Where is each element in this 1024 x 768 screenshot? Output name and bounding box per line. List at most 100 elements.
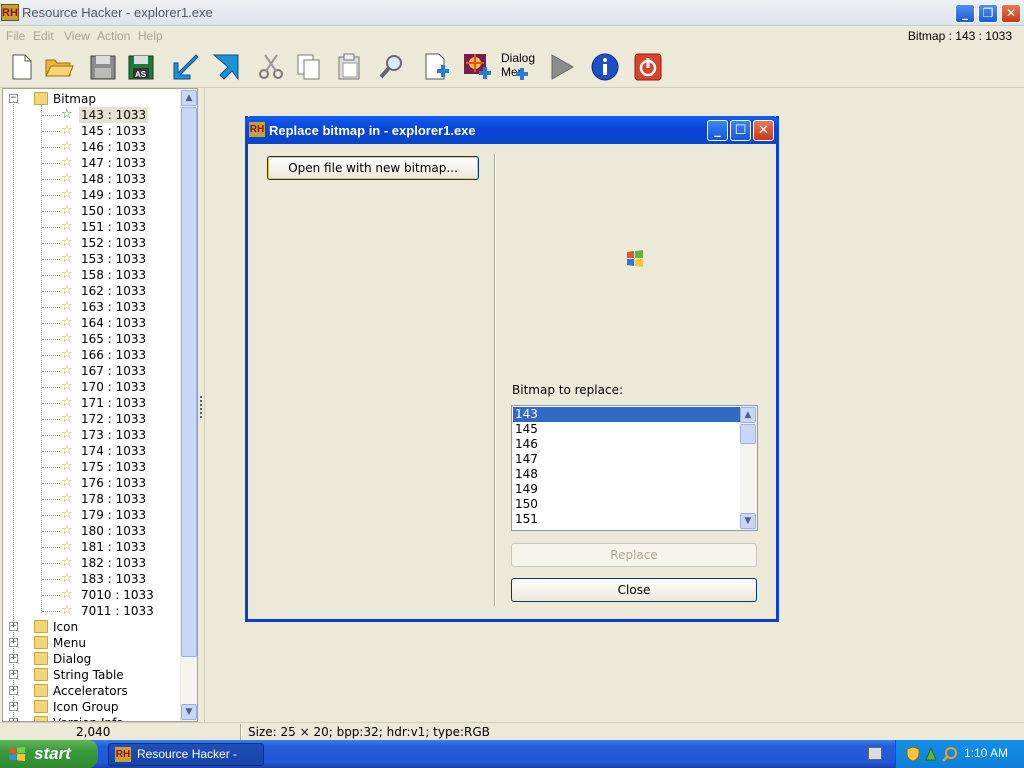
tree-item-bitmap[interactable]: ☆ 170 : 1033 xyxy=(3,379,181,395)
bitmap-list-item[interactable]: 148 xyxy=(513,467,740,482)
tree-item-bitmap[interactable]: ☆ 146 : 1033 xyxy=(3,139,181,155)
tree-item-bitmap[interactable]: ☆ 145 : 1033 xyxy=(3,123,181,139)
scroll-up-button[interactable]: ▲ xyxy=(181,90,197,106)
tree-item-bitmap[interactable]: ☆ 147 : 1033 xyxy=(3,155,181,171)
bitmap-list-item[interactable]: 146 xyxy=(513,437,740,452)
start-button[interactable]: start xyxy=(0,740,98,768)
bitmap-list-item[interactable]: 151 xyxy=(513,512,740,527)
tree-item-bitmap[interactable]: ☆ 173 : 1033 xyxy=(3,427,181,443)
tree-node-folder[interactable]: + String Table xyxy=(3,667,181,683)
scroll-down-button[interactable]: ▼ xyxy=(181,704,197,720)
menu-view[interactable]: View xyxy=(64,29,90,43)
minimize-button[interactable]: _ xyxy=(955,4,975,23)
menu-action[interactable]: Action xyxy=(97,29,130,43)
tree-item-bitmap[interactable]: ☆ 163 : 1033 xyxy=(3,299,181,315)
copy-icon[interactable] xyxy=(293,51,325,83)
arrow-down-right-icon[interactable] xyxy=(210,51,242,83)
tree-node-folder[interactable]: +Version Info xyxy=(3,715,181,721)
tree-item-bitmap[interactable]: ☆ 150 : 1033 xyxy=(3,203,181,219)
listbox-scrollbar[interactable]: ▲ ▼ xyxy=(740,406,757,530)
tree-item-bitmap[interactable]: ☆ 174 : 1033 xyxy=(3,443,181,459)
replace-bitmap-icon[interactable] xyxy=(461,51,493,83)
cut-icon[interactable] xyxy=(255,51,287,83)
restore-button[interactable]: ❐ xyxy=(978,4,998,23)
menu-file[interactable]: File xyxy=(6,29,25,43)
dialog-close-button[interactable]: ✕ xyxy=(753,120,774,141)
expand-icon[interactable]: + xyxy=(9,622,18,631)
tree-item-bitmap[interactable]: ☆ 151 : 1033 xyxy=(3,219,181,235)
tree-item-bitmap[interactable]: ☆ 180 : 1033 xyxy=(3,523,181,539)
tree-item-bitmap[interactable]: ☆ 165 : 1033 xyxy=(3,331,181,347)
exit-icon[interactable] xyxy=(632,51,664,83)
info-icon[interactable] xyxy=(589,51,621,83)
tree-node-folder[interactable]: + Icon Group xyxy=(3,699,181,715)
tree-node-folder[interactable]: + Menu xyxy=(3,635,181,651)
bitmap-list-item[interactable]: 147 xyxy=(513,452,740,467)
tree-item-bitmap[interactable]: ☆ 166 : 1033 xyxy=(3,347,181,363)
tree-item-bitmap[interactable]: ☆ 162 : 1033 xyxy=(3,283,181,299)
paste-icon[interactable] xyxy=(333,51,365,83)
expand-icon[interactable]: + xyxy=(9,654,18,663)
open-folder-icon[interactable] xyxy=(43,51,75,83)
add-resource-icon[interactable] xyxy=(421,51,453,83)
expand-icon[interactable]: + xyxy=(9,702,18,711)
tree-item-bitmap[interactable]: ☆ 153 : 1033 xyxy=(3,251,181,267)
save-icon[interactable] xyxy=(87,51,119,83)
list-scroll-thumb[interactable] xyxy=(740,424,756,444)
dialog-minimize-button[interactable]: _ xyxy=(707,120,728,141)
search-tray-icon[interactable] xyxy=(942,746,958,762)
tree-item-bitmap[interactable]: ☆ 171 : 1033 xyxy=(3,395,181,411)
bitmap-listbox[interactable]: 143 145 146 147 148 149 150 151 ▲ ▼ xyxy=(511,405,758,531)
tree-item-bitmap[interactable]: ☆ 143 : 1033 xyxy=(3,107,181,123)
run-script-icon[interactable] xyxy=(546,51,578,83)
expand-icon[interactable]: + xyxy=(9,638,18,647)
taskbar-resource-hacker[interactable]: RH Resource Hacker - ex... xyxy=(108,743,264,766)
expand-icon[interactable]: + xyxy=(9,686,18,695)
tree-item-bitmap[interactable]: ☆ 181 : 1033 xyxy=(3,539,181,555)
tree-item-bitmap[interactable]: ☆ 178 : 1033 xyxy=(3,491,181,507)
save-as-icon[interactable]: AS xyxy=(125,51,157,83)
list-scroll-up-button[interactable]: ▲ xyxy=(740,407,756,423)
tree-item-bitmap[interactable]: ☆ 172 : 1033 xyxy=(3,411,181,427)
bitmap-list-item[interactable]: 150 xyxy=(513,497,740,512)
resource-tree[interactable]: − Bitmap ☆ 143 : 1033 ☆ 145 : 1033 ☆ 146 : 1033… xyxy=(2,88,198,722)
dialog-close-action-button[interactable]: Close xyxy=(511,578,757,602)
tree-item-bitmap[interactable]: ☆ 182 : 1033 xyxy=(3,555,181,571)
bitmap-list-item[interactable]: 145 xyxy=(513,422,740,437)
bitmap-list-item[interactable]: 149 xyxy=(513,482,740,497)
tree-item-bitmap[interactable]: ☆ 175 : 1033 xyxy=(3,459,181,475)
tree-item-bitmap[interactable]: ☆ 167 : 1033 xyxy=(3,363,181,379)
tree-item-bitmap[interactable]: ☆ 152 : 1033 xyxy=(3,235,181,251)
new-file-icon[interactable] xyxy=(5,51,37,83)
scroll-thumb[interactable] xyxy=(181,107,197,657)
arrow-down-left-icon[interactable] xyxy=(170,51,202,83)
security-shield-icon[interactable] xyxy=(906,746,920,762)
tree-item-bitmap[interactable]: ☆ 7010 : 1033 xyxy=(3,587,181,603)
bitmap-list-item[interactable]: 143 xyxy=(513,407,740,422)
expand-icon[interactable]: + xyxy=(9,670,18,679)
tree-node-folder[interactable]: + Icon xyxy=(3,619,181,635)
menu-edit[interactable]: Edit xyxy=(33,29,54,43)
menu-help[interactable]: Help xyxy=(138,29,163,43)
close-button[interactable]: ✕ xyxy=(1001,4,1021,23)
replace-button[interactable]: Replace xyxy=(511,543,757,567)
keyboard-icon[interactable] xyxy=(868,747,882,760)
tree-item-bitmap[interactable]: ☆ 158 : 1033 xyxy=(3,267,181,283)
tree-node-folder[interactable]: + Accelerators xyxy=(3,683,181,699)
tree-item-bitmap[interactable]: ☆ 179 : 1033 xyxy=(3,507,181,523)
tree-node-bitmap[interactable]: − Bitmap xyxy=(3,91,181,107)
find-icon[interactable] xyxy=(376,51,408,83)
tree-node-folder[interactable]: + Dialog xyxy=(3,651,181,667)
tree-item-bitmap[interactable]: ☆ 149 : 1033 xyxy=(3,187,181,203)
tree-item-bitmap[interactable]: ☆ 164 : 1033 xyxy=(3,315,181,331)
tree-item-bitmap[interactable]: ☆ 183 : 1033 xyxy=(3,571,181,587)
dialog-menu-icon[interactable]: Dialog Mer xyxy=(501,52,535,80)
tree-scrollbar[interactable]: ▲ ▼ xyxy=(180,89,197,721)
open-file-button[interactable]: Open file with new bitmap... xyxy=(267,156,479,180)
network-icon[interactable] xyxy=(924,746,938,762)
tree-item-bitmap[interactable]: ☆ 7011 : 1033 xyxy=(3,603,181,619)
tree-item-bitmap[interactable]: ☆ 148 : 1033 xyxy=(3,171,181,187)
list-scroll-down-button[interactable]: ▼ xyxy=(740,513,756,529)
tree-item-bitmap[interactable]: ☆ 176 : 1033 xyxy=(3,475,181,491)
dialog-maximize-button[interactable]: ☐ xyxy=(730,120,751,141)
